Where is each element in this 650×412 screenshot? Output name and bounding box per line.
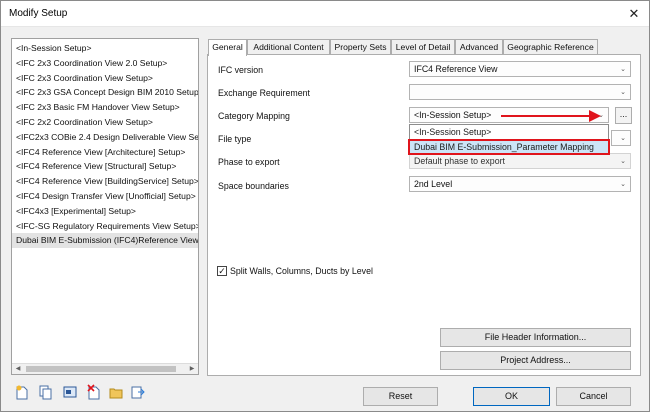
category-mapping-browse-button[interactable]: ... — [615, 107, 632, 124]
title-bar: Modify Setup ✕ — [1, 1, 649, 27]
project-address-button[interactable]: Project Address... — [440, 351, 631, 370]
dropdown-option-dubai-mapping[interactable]: Dubai BIM E-Submission_Parameter Mapping — [408, 139, 610, 155]
new-setup-icon[interactable] — [15, 384, 29, 400]
setup-list-item[interactable]: <IFC 2x3 Basic FM Handover View Setup> — [12, 100, 198, 115]
setup-list-item[interactable]: <In-Session Setup> — [12, 41, 198, 56]
phase-to-export-label: Phase to export — [218, 157, 280, 167]
setup-list-item[interactable]: <IFC4 Reference View [BuildingService] S… — [12, 174, 198, 189]
file-type-label: File type — [218, 134, 252, 144]
scroll-right-icon[interactable]: ▶ — [186, 364, 198, 374]
setup-list-item[interactable]: <IFC 2x3 Coordination View Setup> — [12, 71, 198, 86]
split-by-level-label: Split Walls, Columns, Ducts by Level — [230, 266, 373, 276]
reset-button[interactable]: Reset — [363, 387, 438, 406]
setup-list-item[interactable]: <IFC4 Design Transfer View [Unofficial] … — [12, 189, 198, 204]
setup-list-item[interactable]: <IFC 2x3 GSA Concept Design BIM 2010 Set… — [12, 85, 198, 100]
phase-to-export-value: Default phase to export — [414, 156, 505, 166]
setup-list[interactable]: Dubai BIM E-Submission (IFC4)Reference V… — [11, 38, 199, 375]
split-by-level-checkbox[interactable]: ✓ — [217, 266, 227, 276]
close-button[interactable]: ✕ — [619, 1, 649, 26]
tab-property-sets[interactable]: Property Sets — [330, 39, 391, 55]
chevron-down-icon: ⌄ — [620, 158, 626, 165]
duplicate-setup-icon[interactable] — [39, 384, 53, 400]
setup-list-item[interactable]: <IFC4 Reference View [Structural] Setup> — [12, 159, 198, 174]
dropdown-option-in-session[interactable]: <In-Session Setup> — [410, 125, 608, 139]
scroll-left-icon[interactable]: ◀ — [12, 364, 24, 374]
ifc-version-value: IFC4 Reference View — [414, 64, 498, 74]
tab-geographic-reference[interactable]: Geographic Reference — [503, 39, 598, 55]
space-boundaries-value: 2nd Level — [414, 179, 453, 189]
export-setup-icon[interactable] — [131, 384, 145, 400]
import-setup-icon[interactable] — [109, 384, 123, 400]
category-mapping-label: Category Mapping — [218, 111, 290, 121]
exchange-requirement-select[interactable]: ⌄ — [409, 84, 631, 100]
annotation-arrow-icon — [589, 110, 601, 122]
setup-list-item[interactable]: <IFC4 Reference View [Architecture] Setu… — [12, 145, 198, 160]
scrollbar-thumb[interactable] — [26, 366, 176, 372]
modify-setup-dialog: Modify Setup ✕ Dubai BIM E-Submission (I… — [0, 0, 650, 412]
setup-list-item[interactable]: <IFC 2x2 Coordination View Setup> — [12, 115, 198, 130]
setup-list-item[interactable]: <IFC-SG Regulatory Requirements View Set… — [12, 219, 198, 234]
ifc-version-select[interactable]: IFC4 Reference View ⌄ — [409, 61, 631, 77]
category-mapping-value: <In-Session Setup> — [414, 110, 492, 120]
setup-list-item[interactable]: <IFC 2x3 Coordination View 2.0 Setup> — [12, 56, 198, 71]
space-boundaries-select[interactable]: 2nd Level ⌄ — [409, 176, 631, 192]
chevron-down-icon: ⌄ — [620, 135, 626, 142]
setup-list-item[interactable]: Dubai BIM E-Submission (IFC4)Reference V… — [12, 233, 198, 249]
category-mapping-dropdown[interactable]: <In-Session Setup> Dubai BIM E-Submissio… — [408, 124, 610, 155]
window-title: Modify Setup — [9, 8, 68, 19]
ok-button[interactable]: OK — [473, 387, 550, 406]
horizontal-scrollbar[interactable]: ◀ ▶ — [12, 363, 198, 374]
cancel-button[interactable]: Cancel — [556, 387, 631, 406]
annotation-arrow-shaft — [501, 115, 591, 117]
space-boundaries-label: Space boundaries — [218, 181, 289, 191]
file-header-button[interactable]: File Header Information... — [440, 328, 631, 347]
rename-setup-icon[interactable] — [63, 384, 77, 400]
ifc-version-label: IFC version — [218, 65, 263, 75]
delete-setup-icon[interactable] — [87, 384, 101, 400]
tab-additional-content[interactable]: Additional Content — [247, 39, 330, 55]
chevron-down-icon: ⌄ — [620, 89, 626, 96]
setup-list-item[interactable]: <IFC2x3 COBie 2.4 Design Deliverable Vie… — [12, 130, 198, 145]
tab-advanced[interactable]: Advanced — [455, 39, 503, 55]
file-type-select[interactable]: ⌄ — [611, 130, 631, 146]
phase-to-export-select[interactable]: Default phase to export ⌄ — [409, 153, 631, 169]
setup-list-item[interactable]: <IFC4x3 [Experimental] Setup> — [12, 204, 198, 219]
exchange-requirement-label: Exchange Requirement — [218, 88, 310, 98]
tab-level-of-detail[interactable]: Level of Detail — [391, 39, 455, 55]
tab-general[interactable]: General — [208, 39, 247, 56]
chevron-down-icon: ⌄ — [620, 181, 626, 188]
chevron-down-icon: ⌄ — [620, 66, 626, 73]
